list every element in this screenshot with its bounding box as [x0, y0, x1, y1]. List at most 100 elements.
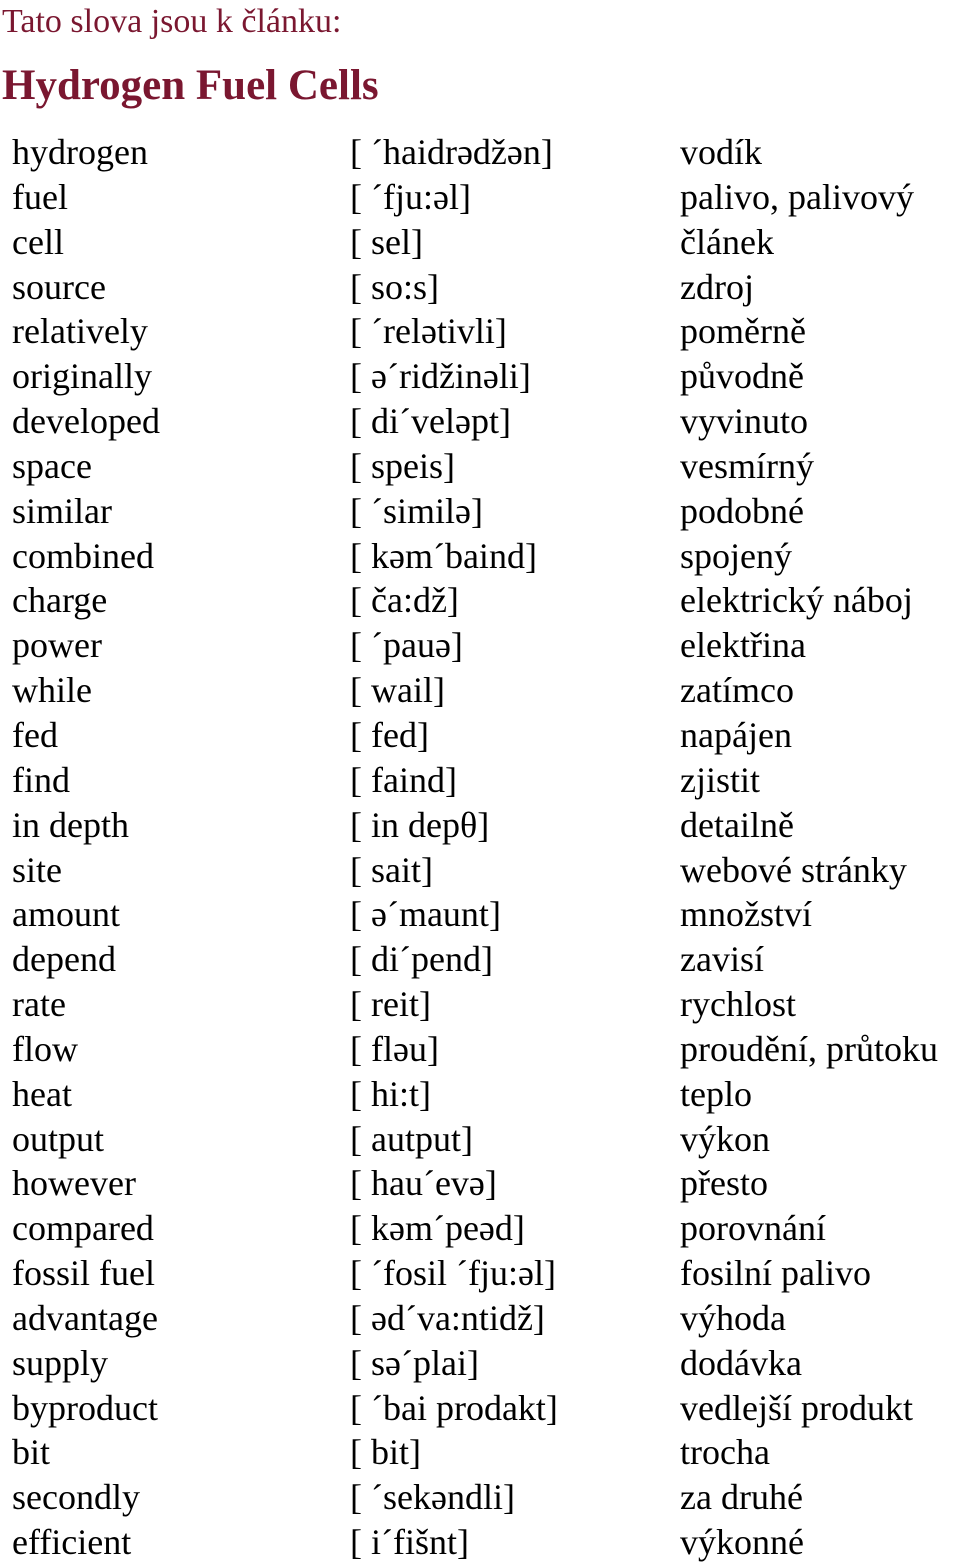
- vocabulary-table: hydrogen [ ´haidrədžən] vodík fuel [ ´fju:əl…: [0, 130, 960, 1565]
- english-word: fed: [12, 714, 58, 755]
- czech-translation: přesto: [680, 1163, 768, 1204]
- english-word: supply: [12, 1342, 109, 1383]
- vocab-row: in depth [ in depθ] detailně: [0, 803, 960, 848]
- czech-translation: poměrně: [680, 311, 806, 352]
- english-word: relatively: [12, 311, 148, 352]
- phonetic-transcription: [ ə´maunt]: [350, 894, 501, 935]
- english-word: output: [12, 1118, 105, 1159]
- vocab-row: combined [ kəm´baind] spojený: [0, 534, 960, 579]
- vocab-row: fed [ fed] napájen: [0, 713, 960, 758]
- english-word: heat: [12, 1073, 72, 1114]
- phonetic-transcription: [ ´fju:əl]: [350, 176, 471, 217]
- english-word: similar: [12, 490, 112, 531]
- vocab-row: output [ autput] výkon: [0, 1117, 960, 1162]
- czech-translation: napájen: [680, 714, 792, 755]
- english-word: source: [12, 266, 106, 307]
- vocab-row: rate [ reit] rychlost: [0, 982, 960, 1027]
- phonetic-transcription: [ reit]: [350, 984, 431, 1025]
- czech-translation: rychlost: [680, 984, 796, 1025]
- phonetic-transcription: [ ča:dž]: [350, 580, 459, 621]
- vocab-row: advantage [ əd´va:ntidž] výhoda: [0, 1296, 960, 1341]
- phonetic-transcription: [ sel]: [350, 221, 423, 262]
- vocab-row: amount [ ə´maunt] množství: [0, 892, 960, 937]
- vocab-row: efficient [ i´fišnt] výkonné: [0, 1520, 960, 1565]
- vocab-row: byproduct [ ´bai prodakt] vedlejší produkt: [0, 1386, 960, 1431]
- phonetic-transcription: [ fed]: [350, 714, 429, 755]
- english-word: byproduct: [12, 1387, 158, 1428]
- vocab-row: developed [ di´veləpt] vyvinuto: [0, 399, 960, 444]
- phonetic-transcription: [ kəm´baind]: [350, 535, 537, 576]
- phonetic-transcription: [ di´pend]: [350, 939, 493, 980]
- vocab-row: similar [ ´similə] podobné: [0, 489, 960, 534]
- english-word: rate: [12, 984, 66, 1025]
- phonetic-transcription: [ sə´plai]: [350, 1342, 479, 1383]
- english-word: compared: [12, 1208, 154, 1249]
- czech-translation: výhoda: [680, 1297, 786, 1338]
- vocab-row: however [ hau´evə] přesto: [0, 1161, 960, 1206]
- czech-translation: teplo: [680, 1073, 752, 1114]
- english-word: space: [12, 445, 92, 486]
- phonetic-transcription: [ autput]: [350, 1118, 473, 1159]
- phonetic-transcription: [ ´bai prodakt]: [350, 1387, 558, 1428]
- english-word: site: [12, 849, 62, 890]
- phonetic-transcription: [ di´veləpt]: [350, 401, 511, 442]
- english-word: combined: [12, 535, 154, 576]
- czech-translation: množství: [680, 894, 812, 935]
- phonetic-transcription: [ ə´ridžinəli]: [350, 356, 531, 397]
- czech-translation: porovnání: [680, 1208, 826, 1249]
- phonetic-transcription: [ fləu]: [350, 1028, 439, 1069]
- czech-translation: elektřina: [680, 625, 806, 666]
- english-word: fuel: [12, 176, 68, 217]
- vocab-row: space [ speis] vesmírný: [0, 444, 960, 489]
- phonetic-transcription: [ hi:t]: [350, 1073, 431, 1114]
- czech-translation: vyvinuto: [680, 401, 809, 442]
- vocab-row: compared [ kəm´peəd] porovnání: [0, 1206, 960, 1251]
- czech-translation: spojený: [680, 535, 792, 576]
- phonetic-transcription: [ hau´evə]: [350, 1163, 497, 1204]
- phonetic-transcription: [ speis]: [350, 445, 455, 486]
- phonetic-transcription: [ wail]: [350, 670, 445, 711]
- vocab-row: secondly [ ´sekəndli] za druhé: [0, 1475, 960, 1520]
- english-word: however: [12, 1163, 136, 1204]
- czech-translation: zavisí: [680, 939, 764, 980]
- phonetic-transcription: [ ´relətivli]: [350, 311, 507, 352]
- vocab-row: find [ faind] zjistit: [0, 758, 960, 803]
- english-word: charge: [12, 580, 108, 621]
- czech-translation: vodík: [680, 132, 763, 172]
- vocab-row: site [ sait] webové stránky: [0, 848, 960, 893]
- english-word: cell: [12, 221, 64, 262]
- czech-translation: za druhé: [680, 1477, 803, 1518]
- vocab-row: charge [ ča:dž] elektrický náboj: [0, 578, 960, 623]
- czech-translation: dodávka: [680, 1342, 802, 1383]
- vocab-row: bit [ bit] trocha: [0, 1430, 960, 1475]
- english-word: in depth: [12, 804, 129, 845]
- czech-translation: fosilní palivo: [680, 1253, 871, 1294]
- vocab-row: heat [ hi:t] teplo: [0, 1072, 960, 1117]
- czech-translation: článek: [680, 221, 774, 262]
- czech-translation: výkonné: [680, 1522, 804, 1563]
- english-word: efficient: [12, 1522, 132, 1563]
- phonetic-transcription: [ faind]: [350, 759, 457, 800]
- english-word: while: [12, 670, 92, 711]
- czech-translation: vesmírný: [680, 445, 814, 486]
- phonetic-transcription: [ bit]: [350, 1432, 421, 1473]
- czech-translation: proudění, průtoku: [680, 1028, 938, 1069]
- english-word: developed: [12, 401, 160, 442]
- vocab-row: fuel [ ´fju:əl] palivo, palivový: [0, 175, 960, 220]
- czech-translation: detailně: [680, 804, 794, 845]
- english-word: depend: [12, 939, 116, 980]
- vocab-row: hydrogen [ ´haidrədžən] vodík: [0, 130, 960, 175]
- english-word: power: [12, 625, 102, 666]
- vocab-row: depend [ di´pend] zavisí: [0, 937, 960, 982]
- czech-translation: výkon: [680, 1118, 770, 1159]
- czech-translation: trocha: [680, 1432, 770, 1473]
- phonetic-transcription: [ so:s]: [350, 266, 439, 307]
- czech-translation: vedlejší produkt: [680, 1387, 913, 1428]
- english-word: hydrogen: [12, 132, 148, 172]
- vocab-row: relatively [ ´relətivli] poměrně: [0, 309, 960, 354]
- czech-translation: elektrický náboj: [680, 580, 913, 621]
- phonetic-transcription: [ ´fosil ´fju:əl]: [350, 1253, 556, 1294]
- czech-translation: zjistit: [680, 759, 760, 800]
- english-word: amount: [12, 894, 120, 935]
- phonetic-transcription: [ kəm´peəd]: [350, 1208, 525, 1249]
